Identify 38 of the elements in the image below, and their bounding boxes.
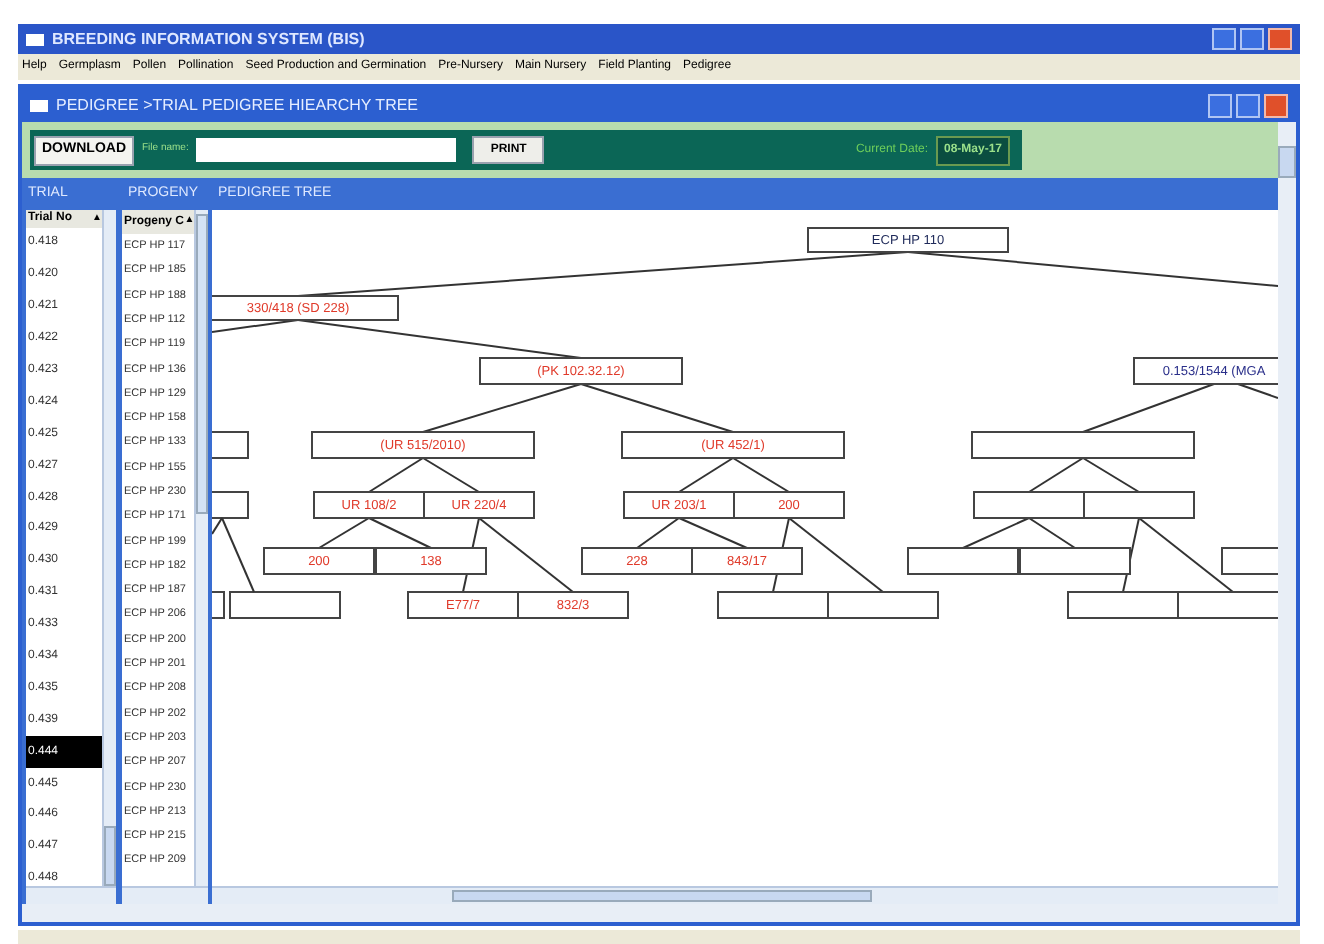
vertical-scrollbar[interactable] bbox=[102, 210, 116, 886]
close-button[interactable] bbox=[1268, 28, 1292, 50]
connector-line bbox=[962, 517, 1030, 549]
file-name-field[interactable] bbox=[196, 138, 457, 162]
connector-line bbox=[1082, 383, 1215, 433]
horizontal-scrollbar[interactable] bbox=[26, 886, 116, 904]
connector-line bbox=[732, 457, 790, 493]
window-title: BREEDING INFORMATION SYSTEM (BIS) bbox=[52, 27, 367, 51]
minimize-button[interactable] bbox=[1212, 28, 1236, 50]
vertical-scrollbar[interactable] bbox=[1278, 122, 1296, 922]
connector-line bbox=[368, 517, 432, 549]
window-icon bbox=[30, 99, 48, 111]
vertical-scrollbar[interactable] bbox=[194, 210, 208, 886]
tree-node bbox=[1083, 491, 1195, 519]
child-window-title: PEDIGREE >TRIAL PEDIGREE HIEARCHY TREE bbox=[56, 93, 421, 117]
connector-line bbox=[368, 457, 424, 493]
tree-node bbox=[827, 591, 939, 619]
maximize-button[interactable] bbox=[1240, 28, 1264, 50]
app-icon bbox=[26, 33, 44, 45]
horizontal-scrollbar[interactable] bbox=[122, 886, 208, 904]
connector-line bbox=[678, 457, 734, 493]
horizontal-scrollbar[interactable] bbox=[22, 904, 1278, 922]
connector-line bbox=[1028, 517, 1076, 549]
tree-node bbox=[907, 547, 1019, 575]
horizontal-scrollbar[interactable] bbox=[212, 886, 1278, 904]
tree-node bbox=[1019, 547, 1131, 575]
connector-line bbox=[1237, 383, 1278, 399]
connector-line bbox=[1082, 457, 1140, 493]
tree-node bbox=[973, 491, 1085, 519]
tree-node bbox=[229, 591, 341, 619]
maximize-button[interactable] bbox=[1236, 93, 1260, 117]
connector-line bbox=[1028, 457, 1084, 493]
connector-line bbox=[318, 517, 370, 549]
tree-node bbox=[717, 591, 829, 619]
connector-line bbox=[422, 457, 480, 493]
close-button[interactable] bbox=[1264, 93, 1288, 117]
minimize-button[interactable] bbox=[1208, 93, 1232, 117]
tree-node bbox=[1067, 591, 1179, 619]
